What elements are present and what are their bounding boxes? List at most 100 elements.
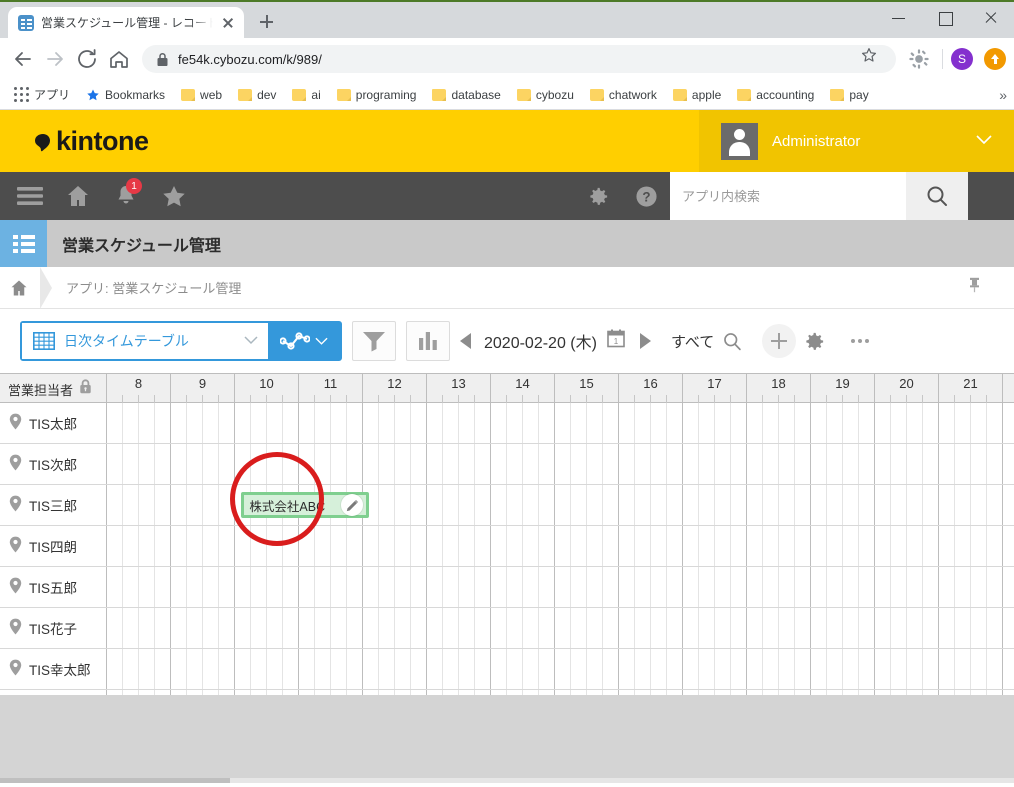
help-icon[interactable]: ? <box>622 172 670 220</box>
notifications-icon[interactable]: 1 <box>102 172 150 220</box>
prev-date-button[interactable] <box>450 332 480 350</box>
timetable-cell[interactable] <box>875 649 939 689</box>
timetable-cell[interactable] <box>555 608 619 648</box>
settings-gear-icon[interactable] <box>574 172 622 220</box>
timetable-cell[interactable] <box>619 526 683 566</box>
timetable-cell[interactable] <box>747 567 811 607</box>
timetable-cell[interactable] <box>747 649 811 689</box>
add-record-button[interactable] <box>762 324 797 358</box>
timetable-cell[interactable] <box>683 444 747 484</box>
favorites-star-icon[interactable] <box>150 172 198 220</box>
timetable-row-name[interactable]: TIS幸太郎 <box>0 649 107 689</box>
timetable-row-name[interactable]: TIS花子 <box>0 608 107 648</box>
home-icon[interactable] <box>54 172 102 220</box>
timetable-cell[interactable] <box>299 444 363 484</box>
timetable-cell[interactable] <box>619 567 683 607</box>
next-date-button[interactable] <box>631 332 661 350</box>
timetable-cell[interactable] <box>107 526 171 566</box>
filter-all-label[interactable]: すべて <box>671 331 714 352</box>
pin-icon[interactable] <box>967 276 982 299</box>
forward-button[interactable] <box>40 44 70 74</box>
timetable-cell[interactable] <box>427 567 491 607</box>
timetable-cell[interactable] <box>747 403 811 443</box>
timetable-cell[interactable] <box>107 567 171 607</box>
timetable-row-cells[interactable] <box>107 444 1014 484</box>
kintone-logo[interactable]: kintone <box>32 126 149 157</box>
timetable-cell[interactable] <box>683 608 747 648</box>
timetable-row-name[interactable]: TIS次郎 <box>0 444 107 484</box>
timetable-cell[interactable] <box>811 485 875 525</box>
bookmark-star-icon[interactable] <box>860 46 886 72</box>
bookmark-item-apple[interactable]: apple <box>665 85 729 105</box>
profile-avatar[interactable]: S <box>951 48 973 70</box>
timetable-row-cells[interactable] <box>107 567 1014 607</box>
menu-button[interactable] <box>6 172 54 220</box>
timetable-cell[interactable] <box>107 608 171 648</box>
timetable-cell[interactable] <box>747 485 811 525</box>
timetable-row-name[interactable]: TIS五郎 <box>0 567 107 607</box>
timetable-cell[interactable] <box>939 526 1003 566</box>
home-button[interactable] <box>104 44 134 74</box>
timetable-row-cells[interactable]: 株式会社ABC <box>107 485 1014 525</box>
timetable-cell[interactable] <box>747 444 811 484</box>
breadcrumb-home-icon[interactable] <box>0 279 38 297</box>
timetable-cell[interactable] <box>939 649 1003 689</box>
timetable-cell[interactable] <box>363 649 427 689</box>
timetable-cell[interactable] <box>491 567 555 607</box>
new-tab-button[interactable] <box>252 8 280 36</box>
chart-view-button[interactable] <box>268 323 340 359</box>
timetable-cell[interactable] <box>491 649 555 689</box>
bookmark-item-chatwork[interactable]: chatwork <box>582 85 665 105</box>
timetable-cell[interactable] <box>171 526 235 566</box>
app-search-field[interactable] <box>670 172 906 220</box>
timetable-cell[interactable] <box>491 444 555 484</box>
timetable-cell[interactable] <box>363 403 427 443</box>
timetable-cell[interactable] <box>107 444 171 484</box>
bookmark-item-accounting[interactable]: accounting <box>729 85 822 105</box>
search-input[interactable] <box>682 188 894 204</box>
timetable-cell[interactable] <box>235 444 299 484</box>
timetable-cell[interactable] <box>427 526 491 566</box>
timetable-cell[interactable] <box>811 403 875 443</box>
user-menu[interactable]: Administrator <box>699 110 1014 172</box>
timetable-cell[interactable] <box>619 485 683 525</box>
timetable-cell[interactable] <box>107 649 171 689</box>
bookmark-item-pay[interactable]: pay <box>822 85 876 105</box>
timetable-cell[interactable] <box>491 403 555 443</box>
timetable-cell[interactable] <box>427 485 491 525</box>
timetable-cell[interactable] <box>299 649 363 689</box>
filter-button[interactable] <box>352 321 396 361</box>
view-selector-main[interactable]: 日次タイムテーブル <box>22 323 268 359</box>
timetable-cell[interactable] <box>619 649 683 689</box>
timetable-cell[interactable] <box>939 444 1003 484</box>
timetable-cell[interactable] <box>235 403 299 443</box>
minimize-button[interactable] <box>876 2 922 34</box>
bookmark-item-web[interactable]: web <box>173 85 230 105</box>
timetable-event[interactable]: 株式会社ABC <box>241 492 370 518</box>
timetable-row-name[interactable]: TIS太郎 <box>0 403 107 443</box>
timetable-cell[interactable] <box>299 403 363 443</box>
timetable-cell[interactable] <box>491 526 555 566</box>
timetable-cell[interactable] <box>683 567 747 607</box>
timetable-cell[interactable] <box>683 403 747 443</box>
timetable-cell[interactable] <box>427 608 491 648</box>
timetable-cell[interactable] <box>811 567 875 607</box>
timetable-cell[interactable] <box>107 403 171 443</box>
timetable-cell[interactable] <box>939 608 1003 648</box>
timetable-cell[interactable] <box>491 608 555 648</box>
timetable-cell[interactable] <box>555 485 619 525</box>
maximize-button[interactable] <box>922 2 968 34</box>
timetable-cell[interactable] <box>427 403 491 443</box>
more-options-button[interactable] <box>840 339 880 343</box>
timetable-cell[interactable] <box>875 444 939 484</box>
timetable-cell[interactable] <box>235 526 299 566</box>
timetable-row-name[interactable]: TIS三郎 <box>0 485 107 525</box>
reload-button[interactable] <box>72 44 102 74</box>
timetable-cell[interactable] <box>491 485 555 525</box>
timetable-cell[interactable] <box>747 608 811 648</box>
view-selector[interactable]: 日次タイムテーブル <box>20 321 342 361</box>
search-records-icon[interactable] <box>714 323 750 359</box>
timetable-cell[interactable] <box>555 649 619 689</box>
timetable-cell[interactable] <box>683 526 747 566</box>
timetable-cell[interactable] <box>939 567 1003 607</box>
